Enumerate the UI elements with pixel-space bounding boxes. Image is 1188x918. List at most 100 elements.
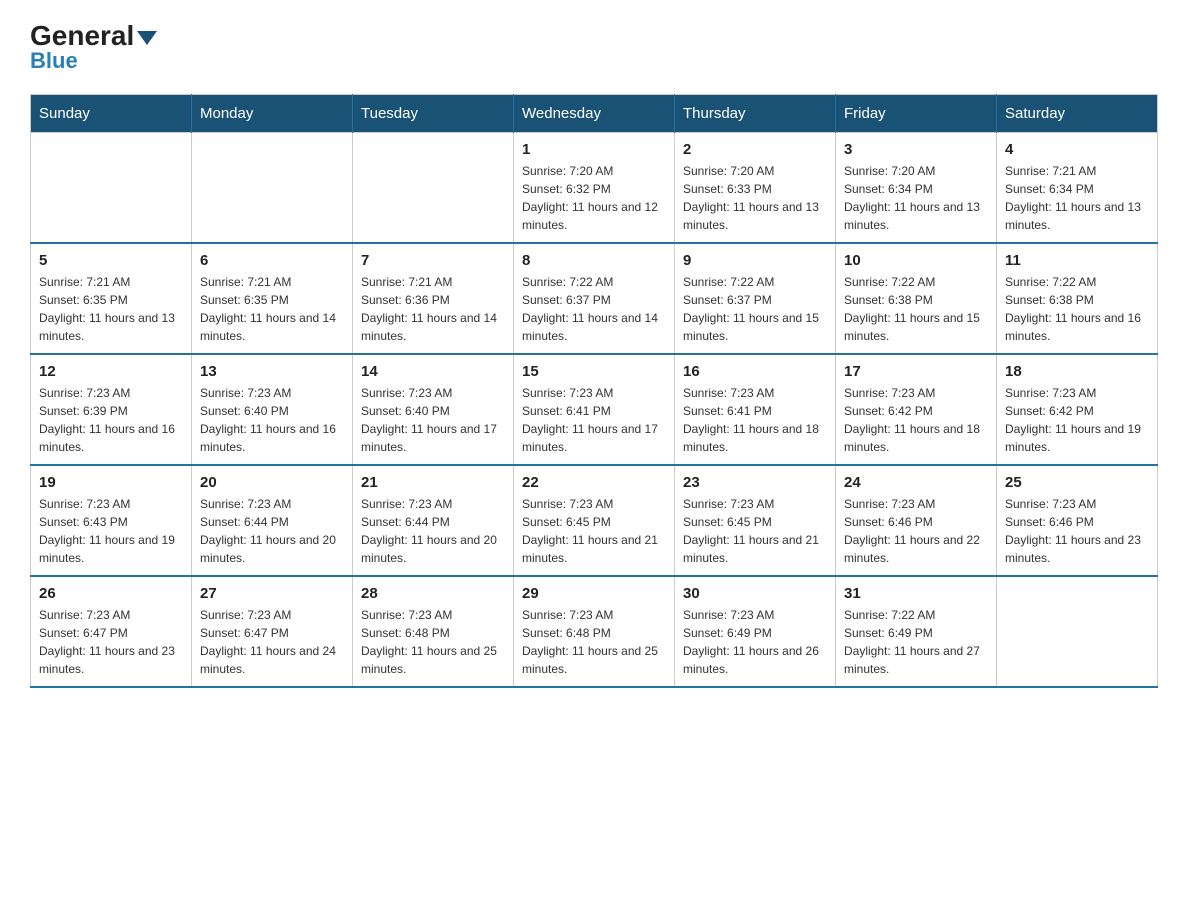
day-info: Sunrise: 7:23 AMSunset: 6:46 PMDaylight:… [844, 495, 988, 567]
logo-blue-text: Blue [30, 48, 78, 74]
calendar-day-cell: 8 Sunrise: 7:22 AMSunset: 6:37 PMDaylight… [514, 243, 675, 354]
calendar-day-cell: 21Sunrise: 7:23 AMSunset: 6:44 PMDayligh… [353, 465, 514, 576]
calendar-day-cell: 17 Sunrise: 7:23 AMSunset: 6:42 PMDayligh… [836, 354, 997, 465]
day-of-week-header: Tuesday [353, 95, 514, 133]
calendar-day-cell: 18 Sunrise: 7:23 AMSunset: 6:42 PMDayligh… [997, 354, 1158, 465]
calendar-week-row: 12 Sunrise: 7:23 AMSunset: 6:39 PMDayligh… [31, 354, 1158, 465]
day-number: 14 [361, 363, 505, 380]
calendar-day-cell: 23Sunrise: 7:23 AMSunset: 6:45 PMDayligh… [675, 465, 836, 576]
calendar-day-cell: 12 Sunrise: 7:23 AMSunset: 6:39 PMDayligh… [31, 354, 192, 465]
day-number: 18 [1005, 363, 1149, 380]
day-info: Sunrise: 7:23 AMSunset: 6:42 PMDaylight:… [1005, 384, 1149, 456]
calendar-week-row: 1Sunrise: 7:20 AMSunset: 6:32 PMDaylight… [31, 133, 1158, 244]
day-number: 27 [200, 585, 344, 602]
day-number: 31 [844, 585, 988, 602]
day-info: Sunrise: 7:23 AMSunset: 6:47 PMDaylight:… [200, 606, 344, 678]
calendar-day-cell: 26 Sunrise: 7:23 AMSunset: 6:47 PMDayligh… [31, 576, 192, 687]
day-info: Sunrise: 7:23 AMSunset: 6:42 PMDaylight:… [844, 384, 988, 456]
calendar-day-cell [192, 133, 353, 244]
calendar-day-cell: 20 Sunrise: 7:23 AMSunset: 6:44 PMDayligh… [192, 465, 353, 576]
day-of-week-header: Thursday [675, 95, 836, 133]
day-of-week-header: Monday [192, 95, 353, 133]
day-info: Sunrise: 7:23 AMSunset: 6:48 PMDaylight:… [522, 606, 666, 678]
day-number: 2 [683, 141, 827, 158]
day-info: Sunrise: 7:23 AMSunset: 6:43 PMDaylight:… [39, 495, 183, 567]
day-number: 20 [200, 474, 344, 491]
day-number: 17 [844, 363, 988, 380]
day-info: Sunrise: 7:23 AMSunset: 6:45 PMDaylight:… [683, 495, 827, 567]
day-info: Sunrise: 7:23 AMSunset: 6:47 PMDaylight:… [39, 606, 183, 678]
day-info: Sunrise: 7:23 AMSunset: 6:40 PMDaylight:… [361, 384, 505, 456]
day-info: Sunrise: 7:23 AMSunset: 6:49 PMDaylight:… [683, 606, 827, 678]
day-number: 3 [844, 141, 988, 158]
day-info: Sunrise: 7:23 AMSunset: 6:45 PMDaylight:… [522, 495, 666, 567]
day-info: Sunrise: 7:20 AMSunset: 6:34 PMDaylight:… [844, 162, 988, 234]
calendar-day-cell: 31 Sunrise: 7:22 AMSunset: 6:49 PMDayligh… [836, 576, 997, 687]
day-info: Sunrise: 7:21 AMSunset: 6:34 PMDaylight:… [1005, 162, 1149, 234]
calendar-week-row: 19 Sunrise: 7:23 AMSunset: 6:43 PMDayligh… [31, 465, 1158, 576]
day-number: 13 [200, 363, 344, 380]
calendar-day-cell: 5 Sunrise: 7:21 AMSunset: 6:35 PMDaylight… [31, 243, 192, 354]
day-number: 1 [522, 141, 666, 158]
calendar-day-cell: 3 Sunrise: 7:20 AMSunset: 6:34 PMDaylight… [836, 133, 997, 244]
day-of-week-header: Saturday [997, 95, 1158, 133]
calendar-day-cell: 9 Sunrise: 7:22 AMSunset: 6:37 PMDaylight… [675, 243, 836, 354]
day-of-week-header: Wednesday [514, 95, 675, 133]
calendar-day-cell: 6Sunrise: 7:21 AMSunset: 6:35 PMDaylight… [192, 243, 353, 354]
day-info: Sunrise: 7:23 AMSunset: 6:48 PMDaylight:… [361, 606, 505, 678]
day-info: Sunrise: 7:23 AMSunset: 6:40 PMDaylight:… [200, 384, 344, 456]
day-info: Sunrise: 7:23 AMSunset: 6:41 PMDaylight:… [683, 384, 827, 456]
calendar-day-cell: 22 Sunrise: 7:23 AMSunset: 6:45 PMDayligh… [514, 465, 675, 576]
calendar-day-cell: 25 Sunrise: 7:23 AMSunset: 6:46 PMDayligh… [997, 465, 1158, 576]
calendar-day-cell: 7Sunrise: 7:21 AMSunset: 6:36 PMDaylight… [353, 243, 514, 354]
calendar-day-cell: 4Sunrise: 7:21 AMSunset: 6:34 PMDaylight… [997, 133, 1158, 244]
calendar-day-cell: 14 Sunrise: 7:23 AMSunset: 6:40 PMDayligh… [353, 354, 514, 465]
day-number: 16 [683, 363, 827, 380]
day-number: 21 [361, 474, 505, 491]
header: General Blue [30, 20, 1158, 74]
calendar-header-row: SundayMondayTuesdayWednesdayThursdayFrid… [31, 95, 1158, 133]
calendar-table: SundayMondayTuesdayWednesdayThursdayFrid… [30, 94, 1158, 688]
day-info: Sunrise: 7:22 AMSunset: 6:37 PMDaylight:… [522, 273, 666, 345]
calendar-day-cell: 15Sunrise: 7:23 AMSunset: 6:41 PMDayligh… [514, 354, 675, 465]
day-number: 8 [522, 252, 666, 269]
day-number: 24 [844, 474, 988, 491]
day-number: 10 [844, 252, 988, 269]
day-number: 28 [361, 585, 505, 602]
day-number: 11 [1005, 252, 1149, 269]
day-info: Sunrise: 7:23 AMSunset: 6:41 PMDaylight:… [522, 384, 666, 456]
day-info: Sunrise: 7:22 AMSunset: 6:49 PMDaylight:… [844, 606, 988, 678]
day-info: Sunrise: 7:23 AMSunset: 6:44 PMDaylight:… [200, 495, 344, 567]
day-number: 26 [39, 585, 183, 602]
calendar-day-cell: 10Sunrise: 7:22 AMSunset: 6:38 PMDayligh… [836, 243, 997, 354]
calendar-day-cell: 1Sunrise: 7:20 AMSunset: 6:32 PMDaylight… [514, 133, 675, 244]
day-number: 22 [522, 474, 666, 491]
calendar-day-cell [353, 133, 514, 244]
calendar-day-cell [31, 133, 192, 244]
day-info: Sunrise: 7:21 AMSunset: 6:35 PMDaylight:… [39, 273, 183, 345]
day-number: 6 [200, 252, 344, 269]
day-info: Sunrise: 7:22 AMSunset: 6:37 PMDaylight:… [683, 273, 827, 345]
calendar-day-cell: 30Sunrise: 7:23 AMSunset: 6:49 PMDayligh… [675, 576, 836, 687]
calendar-day-cell: 24 Sunrise: 7:23 AMSunset: 6:46 PMDayligh… [836, 465, 997, 576]
day-number: 5 [39, 252, 183, 269]
day-number: 29 [522, 585, 666, 602]
calendar-day-cell: 13 Sunrise: 7:23 AMSunset: 6:40 PMDayligh… [192, 354, 353, 465]
calendar-day-cell: 27 Sunrise: 7:23 AMSunset: 6:47 PMDayligh… [192, 576, 353, 687]
calendar-day-cell: 16 Sunrise: 7:23 AMSunset: 6:41 PMDayligh… [675, 354, 836, 465]
day-info: Sunrise: 7:23 AMSunset: 6:46 PMDaylight:… [1005, 495, 1149, 567]
day-of-week-header: Sunday [31, 95, 192, 133]
day-number: 9 [683, 252, 827, 269]
logo: General Blue [30, 20, 157, 74]
logo-arrow-icon [137, 31, 157, 45]
day-info: Sunrise: 7:20 AMSunset: 6:33 PMDaylight:… [683, 162, 827, 234]
day-number: 7 [361, 252, 505, 269]
calendar-week-row: 26 Sunrise: 7:23 AMSunset: 6:47 PMDayligh… [31, 576, 1158, 687]
day-number: 19 [39, 474, 183, 491]
calendar-week-row: 5 Sunrise: 7:21 AMSunset: 6:35 PMDaylight… [31, 243, 1158, 354]
day-number: 12 [39, 363, 183, 380]
day-of-week-header: Friday [836, 95, 997, 133]
day-info: Sunrise: 7:23 AMSunset: 6:39 PMDaylight:… [39, 384, 183, 456]
calendar-day-cell [997, 576, 1158, 687]
day-number: 25 [1005, 474, 1149, 491]
